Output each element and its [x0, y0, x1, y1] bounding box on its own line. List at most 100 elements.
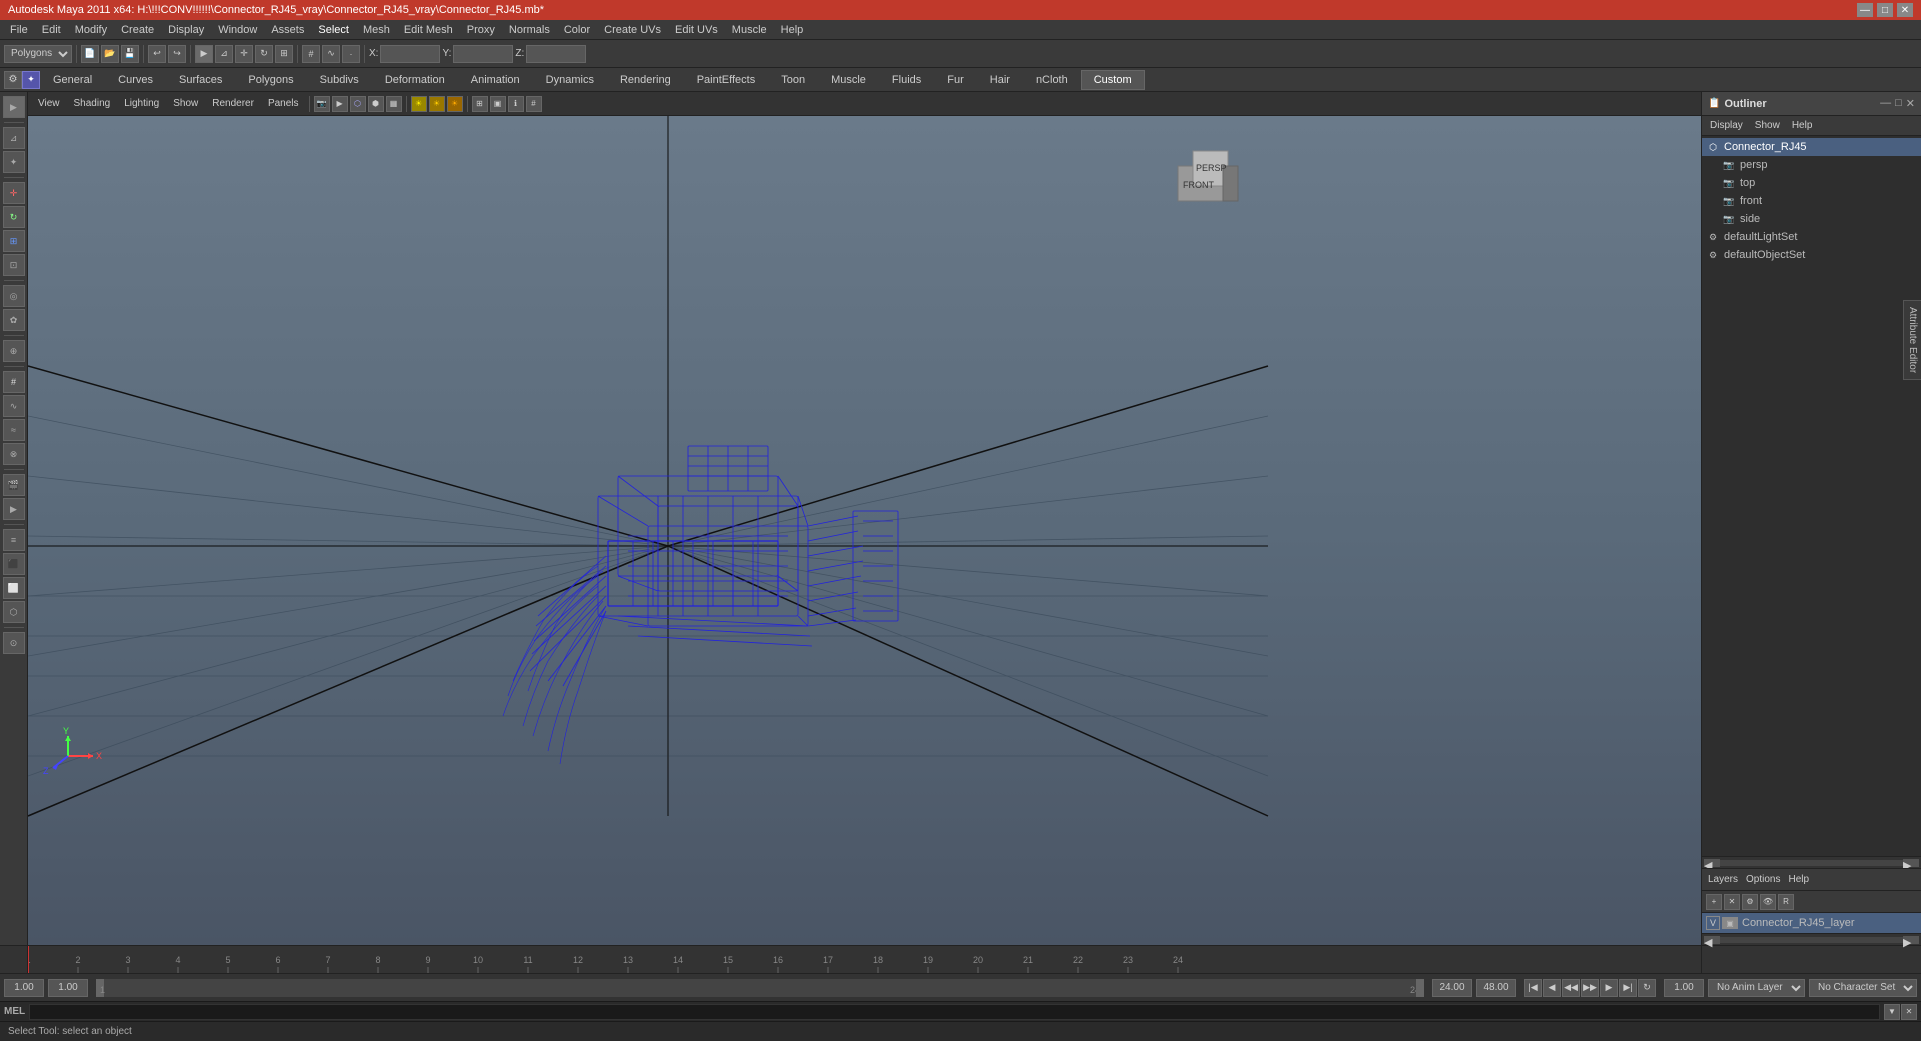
move-tool-btn[interactable]: ✛ — [235, 45, 253, 63]
shelf-icon[interactable]: ✦ — [22, 71, 40, 89]
vp-light3-btn[interactable]: ☀ — [447, 96, 463, 112]
goto-start-btn[interactable]: |◀ — [1524, 979, 1542, 997]
paint-btn[interactable]: ⬡ — [3, 601, 25, 623]
vp-cam-btn[interactable]: 📷 — [314, 96, 330, 112]
outliner-close-btn[interactable]: ✕ — [1906, 97, 1915, 110]
anim-layer-dropdown[interactable]: No Anim Layer — [1708, 979, 1805, 997]
outliner-menu-show[interactable]: Show — [1751, 120, 1784, 131]
playback-range-bar[interactable]: 1 24 — [96, 979, 1424, 997]
character-set-dropdown[interactable]: No Character Set — [1809, 979, 1917, 997]
transform-btn[interactable]: ⊡ — [3, 254, 25, 276]
outliner-item-persp[interactable]: 📷 persp — [1702, 156, 1921, 174]
layer-vis-toggle[interactable]: V — [1706, 916, 1720, 930]
outliner-item-objectset[interactable]: ⚙ defaultObjectSet — [1702, 246, 1921, 264]
menu-edit-mesh[interactable]: Edit Mesh — [398, 22, 459, 38]
goto-end-btn[interactable]: ▶| — [1619, 979, 1637, 997]
outliner-item-side[interactable]: 📷 side — [1702, 210, 1921, 228]
scroll-right-btn[interactable]: ▶ — [1903, 859, 1919, 867]
scroll-left-btn[interactable]: ◀ — [1704, 859, 1720, 867]
vp-grid-btn[interactable]: # — [526, 96, 542, 112]
tab-painteffects[interactable]: PaintEffects — [684, 70, 769, 90]
vp-menu-show[interactable]: Show — [167, 96, 204, 111]
move-btn[interactable]: ✛ — [3, 182, 25, 204]
menu-edit-uvs[interactable]: Edit UVs — [669, 22, 724, 38]
vp-menu-lighting[interactable]: Lighting — [118, 96, 165, 111]
current-frame-field[interactable] — [48, 979, 88, 997]
tab-curves[interactable]: Curves — [105, 70, 166, 90]
select-mode-btn[interactable]: ▶ — [3, 96, 25, 118]
playback-end-field[interactable] — [1432, 979, 1472, 997]
shelf-options-btn[interactable]: ⚙ — [4, 71, 22, 89]
vp-sel-btn[interactable]: ▶ — [332, 96, 348, 112]
layer-editor-btn[interactable]: ≡ — [3, 529, 25, 551]
new-layer-btn[interactable]: + — [1706, 894, 1722, 910]
lasso-select-btn[interactable]: ⊿ — [3, 127, 25, 149]
vp-hud-btn[interactable]: ℹ — [508, 96, 524, 112]
lasso-tool-btn[interactable]: ⊿ — [215, 45, 233, 63]
open-scene-btn[interactable]: 📂 — [101, 45, 119, 63]
outliner-item-top[interactable]: 📷 top — [1702, 174, 1921, 192]
node-editor-btn[interactable]: ⬛ — [3, 553, 25, 575]
play-back-btn[interactable]: ◀◀ — [1562, 979, 1580, 997]
loop-btn[interactable]: ↻ — [1638, 979, 1656, 997]
scroll-track[interactable] — [1720, 937, 1903, 943]
new-scene-btn[interactable]: 📄 — [81, 45, 99, 63]
tab-fluids[interactable]: Fluids — [879, 70, 934, 90]
tab-animation[interactable]: Animation — [458, 70, 533, 90]
menu-display[interactable]: Display — [162, 22, 210, 38]
play-fwd-btn[interactable]: ▶▶ — [1581, 979, 1599, 997]
menu-color[interactable]: Color — [558, 22, 596, 38]
tab-muscle[interactable]: Muscle — [818, 70, 879, 90]
tab-subdivs[interactable]: Subdivs — [307, 70, 372, 90]
menu-proxy[interactable]: Proxy — [461, 22, 501, 38]
tab-hair[interactable]: Hair — [977, 70, 1023, 90]
extra-btn1[interactable]: ⊙ — [3, 632, 25, 654]
outliner-item-connector[interactable]: ⬡ Connector_RJ45 — [1702, 138, 1921, 156]
vp-texture-btn[interactable]: ▦ — [386, 96, 402, 112]
tab-surfaces[interactable]: Surfaces — [166, 70, 235, 90]
layers-hscrollbar[interactable]: ◀ ▶ — [1702, 933, 1921, 945]
tab-polygons[interactable]: Polygons — [235, 70, 306, 90]
menu-mesh[interactable]: Mesh — [357, 22, 396, 38]
close-button[interactable]: ✕ — [1897, 3, 1913, 17]
save-scene-btn[interactable]: 💾 — [121, 45, 139, 63]
outliner-item-front[interactable]: 📷 front — [1702, 192, 1921, 210]
show-manip-btn[interactable]: ⊕ — [3, 340, 25, 362]
tab-toon[interactable]: Toon — [768, 70, 818, 90]
viewport-3d[interactable]: FRONT PERSP X Y Z — [28, 116, 1701, 945]
scroll-left-btn[interactable]: ◀ — [1704, 936, 1720, 944]
sculpt-btn[interactable]: ✿ — [3, 309, 25, 331]
outliner-maximize-btn[interactable]: □ — [1895, 97, 1902, 110]
attribute-editor-tab[interactable]: Attribute Editor — [1903, 300, 1921, 380]
x-field[interactable] — [380, 45, 440, 63]
vp-menu-renderer[interactable]: Renderer — [206, 96, 260, 111]
vp-menu-panels[interactable]: Panels — [262, 96, 305, 111]
undo-btn[interactable]: ↩ — [148, 45, 166, 63]
layers-menu-help[interactable]: Help — [1788, 874, 1809, 885]
rotate-btn[interactable]: ↻ — [3, 206, 25, 228]
tab-custom[interactable]: Custom — [1081, 70, 1145, 90]
menu-file[interactable]: File — [4, 22, 34, 38]
outliner-menu-help[interactable]: Help — [1788, 120, 1817, 131]
mel-history-btn[interactable]: ▼ — [1884, 1004, 1900, 1020]
redo-btn[interactable]: ↪ — [168, 45, 186, 63]
snap-curve-btn[interactable]: ∿ — [322, 45, 340, 63]
menu-help[interactable]: Help — [775, 22, 810, 38]
delete-layer-btn[interactable]: ✕ — [1724, 894, 1740, 910]
tab-general[interactable]: General — [40, 70, 105, 90]
menu-muscle[interactable]: Muscle — [726, 22, 773, 38]
outliner-hscrollbar[interactable]: ◀ ▶ — [1702, 856, 1921, 868]
scale-tool-btn[interactable]: ⊞ — [275, 45, 293, 63]
mel-input[interactable] — [29, 1004, 1880, 1020]
outliner-minimize-btn[interactable]: — — [1880, 97, 1891, 110]
tab-deformation[interactable]: Deformation — [372, 70, 458, 90]
snap-point-btn[interactable]: · — [342, 45, 360, 63]
menu-normals[interactable]: Normals — [503, 22, 556, 38]
connection-editor-btn[interactable]: ⬜ — [3, 577, 25, 599]
range-end-handle[interactable] — [1416, 979, 1424, 997]
tab-rendering[interactable]: Rendering — [607, 70, 684, 90]
scale-btn[interactable]: ⊞ — [3, 230, 25, 252]
scroll-right-btn[interactable]: ▶ — [1903, 936, 1919, 944]
snap-surface-btn[interactable]: ≈ — [3, 419, 25, 441]
vp-light2-btn[interactable]: ☀ — [429, 96, 445, 112]
